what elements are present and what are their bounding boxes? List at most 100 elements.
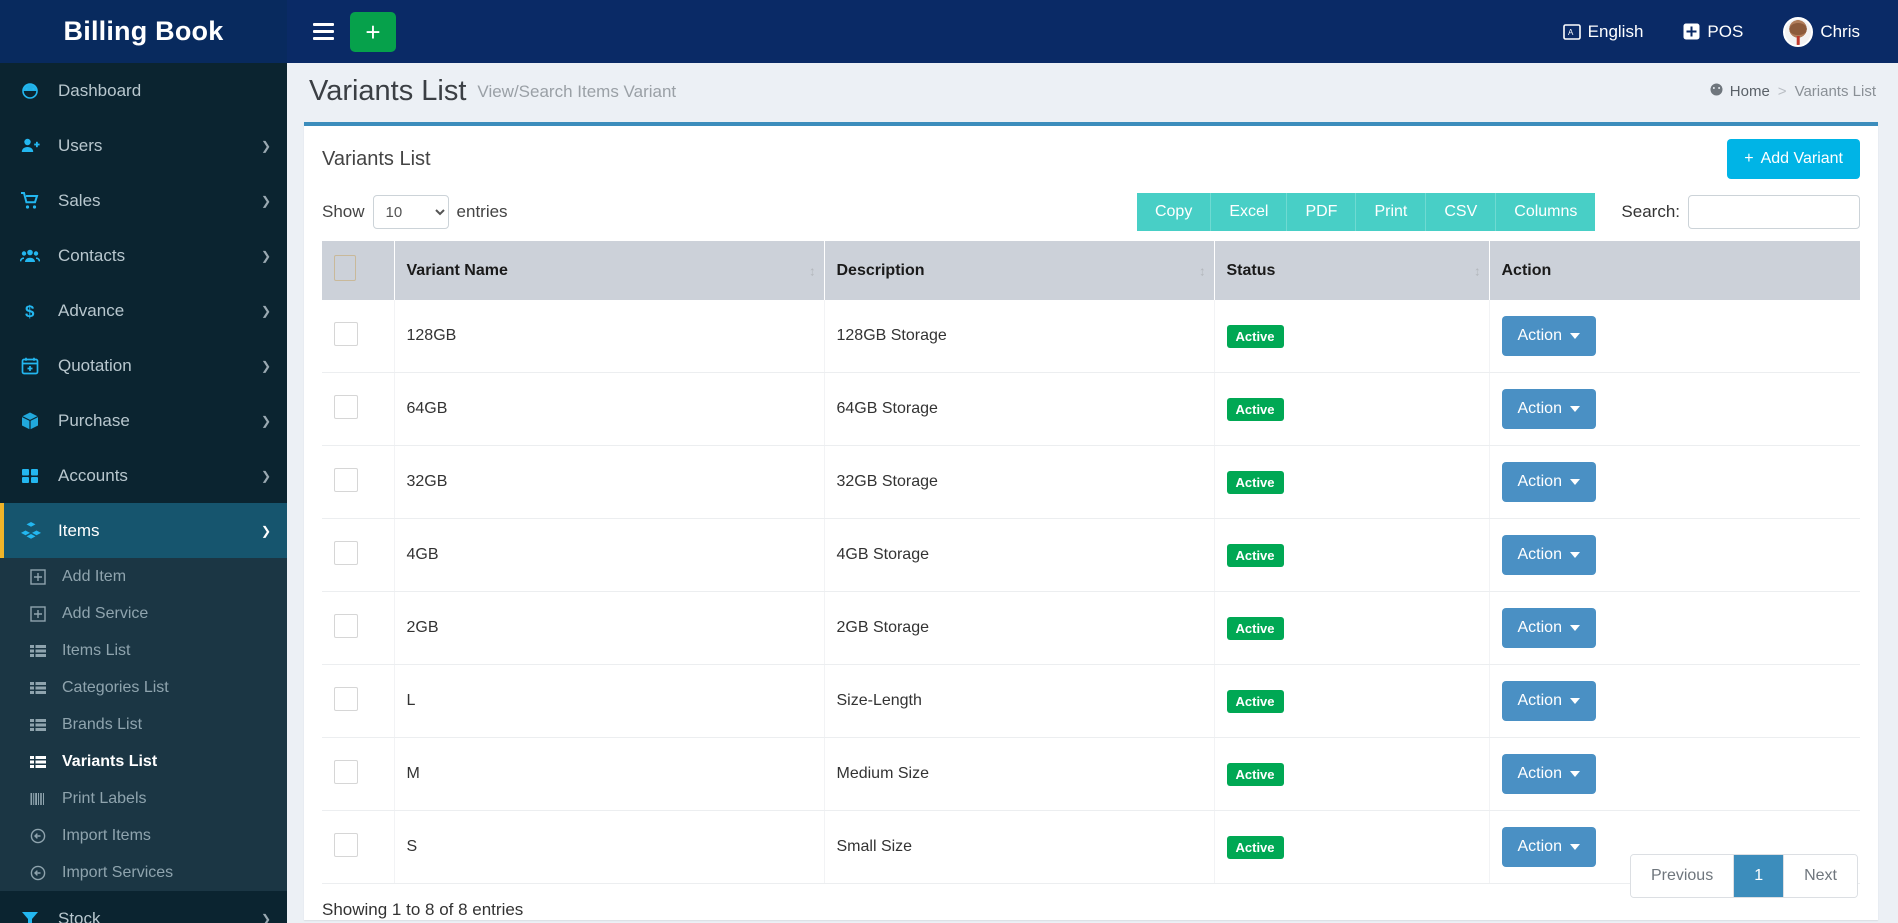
column-variant-name[interactable]: Variant Name ↕ bbox=[394, 241, 824, 300]
columns-button[interactable]: Columns bbox=[1496, 193, 1595, 231]
plus-icon: + bbox=[365, 19, 380, 45]
submenu-label: Print Labels bbox=[62, 790, 147, 808]
header-left-controls: + bbox=[287, 12, 396, 52]
sidebar-label: Quotation bbox=[58, 356, 132, 376]
row-action-button[interactable]: Action bbox=[1502, 608, 1596, 648]
table-row: 128GB128GB StorageActiveAction bbox=[322, 300, 1860, 373]
submenu-item-add-service[interactable]: Add Service bbox=[0, 595, 287, 632]
page-subtitle: View/Search Items Variant bbox=[477, 82, 676, 102]
column-select-all[interactable] bbox=[322, 241, 394, 300]
row-checkbox[interactable] bbox=[334, 614, 358, 638]
submenu-label: Brands List bbox=[62, 716, 142, 734]
sidebar-item-users[interactable]: Users ❯ bbox=[0, 118, 287, 173]
description-cell: 4GB Storage bbox=[824, 519, 1214, 592]
page-1-button[interactable]: 1 bbox=[1734, 855, 1784, 897]
pdf-button[interactable]: PDF bbox=[1287, 193, 1356, 231]
variant-name-cell: 64GB bbox=[394, 373, 824, 446]
row-action-button[interactable]: Action bbox=[1502, 389, 1596, 429]
status-cell: Active bbox=[1214, 446, 1489, 519]
row-select-cell bbox=[322, 592, 394, 665]
header-right-controls: A English POS Chris bbox=[1543, 0, 1898, 63]
copy-button[interactable]: Copy bbox=[1137, 193, 1211, 231]
table-row: LSize-LengthActiveAction bbox=[322, 665, 1860, 738]
submenu-item-brands-list[interactable]: Brands List bbox=[0, 706, 287, 743]
sidebar-item-quotation[interactable]: Quotation ❯ bbox=[0, 338, 287, 393]
previous-page-button[interactable]: Previous bbox=[1631, 855, 1734, 897]
submenu-item-add-item[interactable]: Add Item bbox=[0, 558, 287, 595]
print-button[interactable]: Print bbox=[1356, 193, 1426, 231]
breadcrumb-home[interactable]: Home bbox=[1709, 82, 1770, 101]
pos-button[interactable]: POS bbox=[1663, 0, 1763, 63]
row-action-button[interactable]: Action bbox=[1502, 827, 1596, 867]
cart-icon bbox=[20, 191, 50, 211]
sidebar-item-contacts[interactable]: Contacts ❯ bbox=[0, 228, 287, 283]
submenu-item-import-services[interactable]: Import Services bbox=[0, 854, 287, 891]
caret-down-icon bbox=[1570, 771, 1580, 777]
plus-icon: + bbox=[1744, 150, 1753, 168]
row-action-button[interactable]: Action bbox=[1502, 535, 1596, 575]
submenu-item-items-list[interactable]: Items List bbox=[0, 632, 287, 669]
row-action-button[interactable]: Action bbox=[1502, 462, 1596, 502]
csv-button[interactable]: CSV bbox=[1426, 193, 1496, 231]
entries-select[interactable]: 10 bbox=[373, 195, 449, 229]
sidebar-item-dashboard[interactable]: Dashboard bbox=[0, 63, 287, 118]
language-switcher[interactable]: A English bbox=[1543, 0, 1664, 63]
sidebar-item-accounts[interactable]: Accounts ❯ bbox=[0, 448, 287, 503]
caret-down-icon bbox=[1570, 552, 1580, 558]
status-cell: Active bbox=[1214, 592, 1489, 665]
sidebar-item-stock[interactable]: Stock ❯ bbox=[0, 891, 287, 923]
row-checkbox[interactable] bbox=[334, 468, 358, 492]
user-name: Chris bbox=[1820, 22, 1860, 42]
select-all-checkbox[interactable] bbox=[334, 255, 356, 281]
list-icon bbox=[30, 754, 56, 770]
submenu-label: Add Service bbox=[62, 605, 148, 623]
breadcrumb: Home > Variants List bbox=[1709, 82, 1876, 101]
next-page-button[interactable]: Next bbox=[1784, 855, 1857, 897]
submenu-label: Categories List bbox=[62, 679, 169, 697]
sidebar-item-sales[interactable]: Sales ❯ bbox=[0, 173, 287, 228]
row-select-cell bbox=[322, 373, 394, 446]
status-badge: Active bbox=[1227, 836, 1284, 859]
sidebar-label: Dashboard bbox=[58, 81, 141, 101]
row-checkbox[interactable] bbox=[334, 322, 358, 346]
variants-table: Variant Name ↕ Description ↕ Status ↕ Ac… bbox=[322, 241, 1860, 884]
row-action-button[interactable]: Action bbox=[1502, 754, 1596, 794]
cubes-icon bbox=[20, 521, 50, 541]
row-checkbox[interactable] bbox=[334, 760, 358, 784]
quick-add-button[interactable]: + bbox=[350, 12, 396, 52]
excel-button[interactable]: Excel bbox=[1211, 193, 1287, 231]
row-checkbox[interactable] bbox=[334, 833, 358, 857]
submenu-item-import-items[interactable]: Import Items bbox=[0, 817, 287, 854]
chevron-right-icon: ❯ bbox=[261, 359, 271, 373]
row-select-cell bbox=[322, 519, 394, 592]
sidebar-item-items[interactable]: Items ❯ bbox=[0, 503, 287, 558]
box-icon bbox=[20, 411, 50, 431]
hamburger-icon[interactable] bbox=[311, 17, 336, 46]
submenu-item-variants-list[interactable]: Variants List bbox=[0, 743, 287, 780]
row-checkbox[interactable] bbox=[334, 541, 358, 565]
status-badge: Active bbox=[1227, 617, 1284, 640]
plus-square-icon bbox=[1683, 23, 1700, 40]
funnel-icon bbox=[20, 909, 50, 923]
user-menu[interactable]: Chris bbox=[1763, 0, 1880, 63]
column-label: Variant Name bbox=[407, 262, 508, 279]
submenu-label: Items List bbox=[62, 642, 130, 660]
column-action: Action bbox=[1489, 241, 1860, 300]
row-action-button[interactable]: Action bbox=[1502, 681, 1596, 721]
row-checkbox[interactable] bbox=[334, 687, 358, 711]
column-status[interactable]: Status ↕ bbox=[1214, 241, 1489, 300]
dashboard-icon bbox=[20, 81, 50, 101]
add-variant-button[interactable]: + Add Variant bbox=[1727, 139, 1860, 179]
search-input[interactable] bbox=[1688, 195, 1860, 229]
column-description[interactable]: Description ↕ bbox=[824, 241, 1214, 300]
sidebar-item-advance[interactable]: $ Advance ❯ bbox=[0, 283, 287, 338]
table-row: MMedium SizeActiveAction bbox=[322, 738, 1860, 811]
sidebar-item-purchase[interactable]: Purchase ❯ bbox=[0, 393, 287, 448]
status-badge: Active bbox=[1227, 544, 1284, 567]
action-label: Action bbox=[1518, 400, 1562, 418]
variant-name-cell: S bbox=[394, 811, 824, 884]
row-action-button[interactable]: Action bbox=[1502, 316, 1596, 356]
submenu-item-categories-list[interactable]: Categories List bbox=[0, 669, 287, 706]
submenu-item-print-labels[interactable]: Print Labels bbox=[0, 780, 287, 817]
row-checkbox[interactable] bbox=[334, 395, 358, 419]
